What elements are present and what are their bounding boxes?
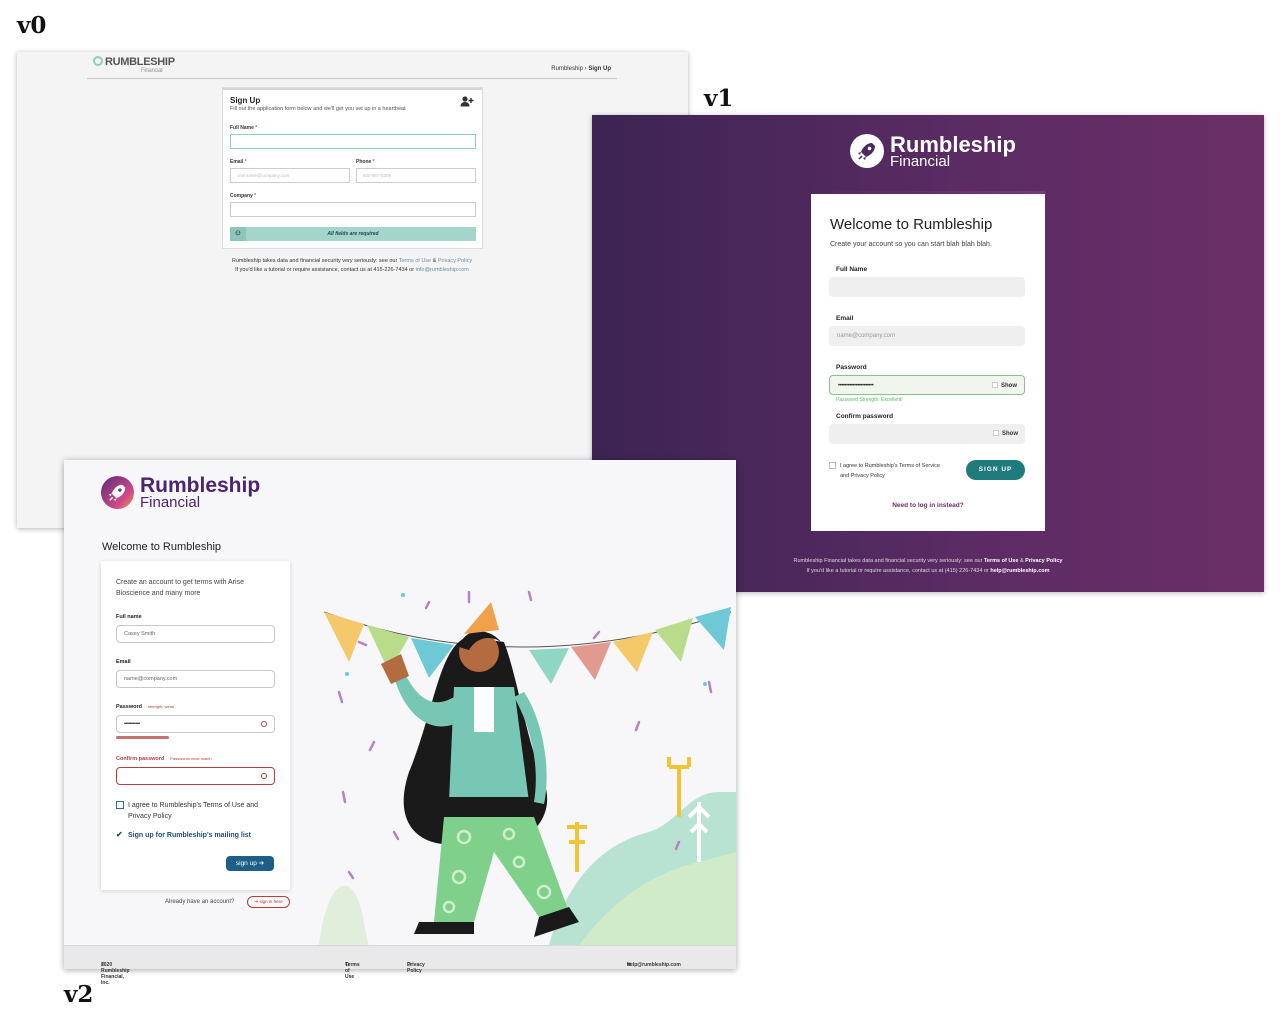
v1-footer: Rumbleship Financial takes data and fina… <box>793 558 1063 574</box>
v2-brand-sub: Financial <box>140 494 201 511</box>
password-label: Password strength: weak <box>116 704 174 710</box>
v0-header: RUMBLESHIP Financial Rumbleship › Sign Up <box>87 52 617 79</box>
add-user-icon <box>460 96 474 110</box>
sign-in-button[interactable]: ➔ sign in here <box>247 896 290 908</box>
password-input[interactable]: ••••••••••• <box>116 715 275 733</box>
sign-in-arrow-icon: ➔ <box>258 860 265 867</box>
full-name-input[interactable] <box>829 277 1025 297</box>
email-label: Email * <box>230 159 247 165</box>
password-input[interactable]: •••••••••••••••••••••• Show <box>829 375 1025 395</box>
sign-in-arrow-icon: ➔ <box>254 899 259 904</box>
login-link[interactable]: Need to log in instead? <box>811 502 1045 509</box>
v0-signup-page: RUMBLESHIP Financial Rumbleship › Sign Up… <box>17 52 688 528</box>
v2-intro: Create an account to get terms with Aris… <box>116 579 245 597</box>
password-strength: Password Strength: Excellent! <box>836 397 903 403</box>
v1-signup-card: Welcome to Rumbleship Create your accoun… <box>811 191 1045 531</box>
checkmark-icon[interactable]: ✔ <box>116 831 124 839</box>
v1-brand-sub: Financial <box>890 153 951 170</box>
full-name-label: Full Name <box>836 266 868 273</box>
agree-label: I agree to Rumbleship's Terms of Service… <box>840 463 940 479</box>
rocket-logo-icon <box>101 476 134 509</box>
party-illustration <box>319 590 736 945</box>
version-label-v0: v0 <box>17 12 47 39</box>
v0-subtitle: Fill out the application form below and … <box>230 106 406 112</box>
email-link[interactable]: info@rumbleship.com <box>416 267 469 273</box>
mailing-list-label: Sign up for Rumbleship's mailing list <box>128 832 252 839</box>
v2-signup-card: Create an account to get terms with Aris… <box>101 561 290 890</box>
sign-up-button[interactable]: sign up ➔ <box>226 856 274 871</box>
mailing-list-option[interactable]: ✔ Sign up for Rumbleship's mailing list <box>116 830 281 841</box>
show-checkbox[interactable] <box>993 430 999 436</box>
show-password-toggle[interactable]: Show <box>992 382 1017 389</box>
agree-checkbox[interactable] <box>116 801 124 809</box>
privacy-link[interactable]: Privacy Policy <box>1025 558 1062 564</box>
password-strength: strength: weak <box>147 704 174 709</box>
confirm-password-input[interactable]: Show <box>829 424 1025 444</box>
terms-link[interactable]: Terms of Use <box>984 558 1018 564</box>
breadcrumb: Rumbleship › Sign Up <box>551 66 611 72</box>
v0-logo-text: RUMBLESHIP <box>105 56 175 68</box>
error-icon <box>261 721 267 727</box>
rocket-logo-icon <box>850 134 884 168</box>
email-input[interactable]: name@company.com <box>829 326 1025 346</box>
email-label: Email <box>116 659 131 665</box>
v1-subtitle: Create your account so you can start bla… <box>830 241 992 248</box>
full-name-label: Full name <box>116 614 142 620</box>
privacy-link[interactable]: Privacy Policy <box>438 258 472 264</box>
company-label: Company * <box>230 193 257 199</box>
company-input[interactable] <box>230 202 476 217</box>
terms-agreement[interactable]: I agree to Rumbleship's Terms of Use and… <box>116 800 281 822</box>
email-input[interactable]: name@company.com <box>116 670 275 688</box>
breadcrumb-root[interactable]: Rumbleship <box>551 66 583 72</box>
add-user-icon: ⚇ <box>230 227 246 241</box>
confirm-password-label: Confirm password <box>836 413 894 420</box>
email-label: Email <box>836 315 854 322</box>
breadcrumb-current: Sign Up <box>588 66 611 72</box>
phone-label: Phone * <box>356 159 375 165</box>
v2-footer: © 2020 Rumbleship Financial, Inc. ⚇ Term… <box>64 945 736 986</box>
v0-submit-label: All fields are required <box>327 231 379 237</box>
email-input[interactable]: username@company.com <box>230 168 350 183</box>
phone-input[interactable]: 800-867-5309 <box>356 168 476 183</box>
full-name-label: Full Name * <box>230 125 258 131</box>
v0-footer: Rumbleship takes data and financial secu… <box>231 258 473 273</box>
password-label: Password <box>836 364 867 371</box>
breadcrumb-separator: › <box>584 66 587 72</box>
agree-checkbox[interactable] <box>829 462 836 469</box>
already-have-account: Already have an account? <box>165 899 235 905</box>
password-value: ••••••••••• <box>124 721 140 727</box>
v0-logo[interactable]: RUMBLESHIP Financial <box>93 56 175 74</box>
full-name-input[interactable] <box>230 134 476 149</box>
v2-welcome-heading: Welcome to Rumbleship <box>102 541 222 553</box>
v0-signup-card: Sign Up Fill out the application form be… <box>222 87 483 249</box>
email-link[interactable]: help@rumbleship.com <box>990 568 1049 574</box>
version-label-v1: v1 <box>704 85 734 112</box>
v0-submit-button[interactable]: ⚇ All fields are required <box>230 227 476 241</box>
full-name-input[interactable]: Casey Smith <box>116 625 275 643</box>
terms-agreement[interactable]: I agree to Rumbleship's Terms of Service… <box>829 461 949 481</box>
v0-title: Sign Up <box>230 96 261 105</box>
confirm-password-error: Passwords must match <box>170 756 212 761</box>
error-icon <box>261 773 267 779</box>
sign-up-button[interactable]: SIGN UP <box>966 460 1025 480</box>
version-label-v2: v2 <box>64 981 94 1008</box>
show-password-toggle[interactable]: Show <box>993 430 1018 437</box>
v0-logo-sub: Financial <box>141 68 163 74</box>
rocket-logo-icon <box>93 56 103 66</box>
terms-link[interactable]: Terms of Use <box>399 258 431 264</box>
confirm-password-label: Confirm password Passwords must match <box>116 756 212 762</box>
password-value: •••••••••••••••••••••• <box>838 383 874 389</box>
v1-title: Welcome to Rumbleship <box>830 216 993 233</box>
confirm-password-input[interactable] <box>116 767 275 785</box>
show-checkbox[interactable] <box>992 382 998 388</box>
password-strength-meter <box>116 736 169 739</box>
agree-label: I agree to Rumbleship's Terms of Use and… <box>128 802 258 820</box>
v2-signup-page: Rumbleship Financial Welcome to Rumblesh… <box>64 460 736 986</box>
